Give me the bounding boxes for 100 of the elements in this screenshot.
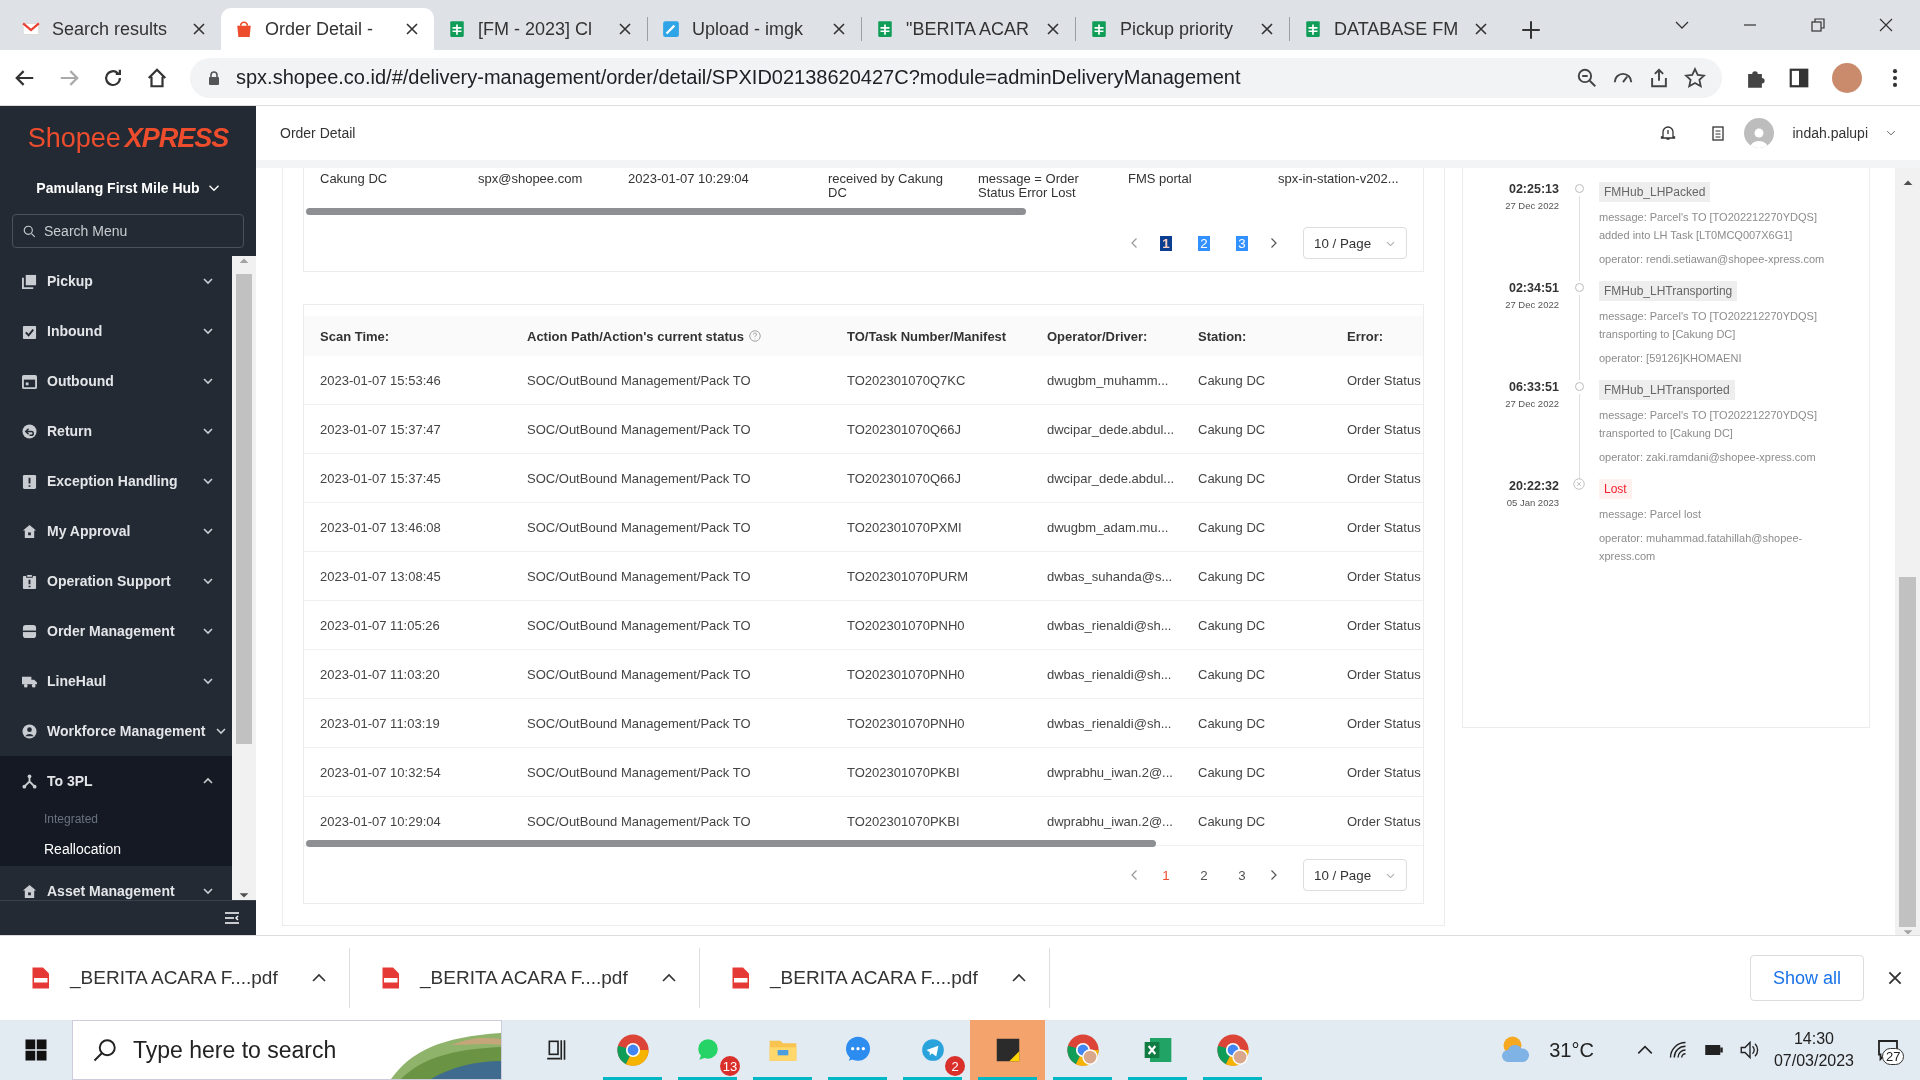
zoom-icon[interactable] (1576, 66, 1598, 89)
menu-item[interactable]: Pickup (0, 256, 232, 306)
profile-avatar[interactable] (1832, 62, 1862, 93)
close-icon[interactable] (1045, 21, 1061, 37)
taskbar-button[interactable]: 13 (670, 1020, 745, 1080)
scrollbar[interactable] (232, 256, 256, 900)
browser-icon[interactable] (1065, 1033, 1100, 1067)
download-item[interactable]: _BERITA ACARA F....pdf (700, 948, 1050, 1008)
spreadsheet-icon (1304, 20, 1322, 38)
close-icon[interactable] (831, 21, 847, 37)
volume-icon[interactable] (1739, 1040, 1760, 1060)
restore-icon[interactable] (1810, 17, 1826, 33)
taskbar-button[interactable]: 2 (895, 1020, 970, 1080)
menu-item[interactable]: Workforce Management (0, 706, 232, 756)
notification-button[interactable]: 27 (1868, 1038, 1908, 1062)
browser-tab[interactable]: "BERITA ACAR (862, 8, 1075, 50)
browser-tab[interactable]: Order Detail - (221, 8, 434, 50)
table-cell-text: Order Status (1347, 666, 1422, 682)
page-button[interactable]: 2 (1191, 862, 1217, 888)
clipboard-icon[interactable] (1710, 125, 1727, 141)
close-icon[interactable] (404, 21, 420, 37)
menu-item[interactable]: Order Management (0, 606, 232, 656)
temperature[interactable]: 31°C (1549, 1038, 1594, 1062)
browser-tab[interactable]: Pickup priority (1076, 8, 1289, 50)
table-cell-text: TO202301070Q7KC (847, 372, 967, 388)
side-panel-icon[interactable] (1788, 66, 1810, 89)
table-cell-text: SOC/OutBound Management/Pack TO (527, 617, 752, 633)
table-cell-text: Order Status (1347, 617, 1422, 633)
event-time: 02:25:13 (1507, 182, 1559, 196)
clock[interactable]: 14:30 07/03/2023 (1773, 1028, 1854, 1072)
star-icon[interactable] (1684, 66, 1706, 89)
menu-item[interactable]: Outbound (0, 356, 232, 406)
table-cell-text: dwprabhu_iwan.2@... (1047, 813, 1174, 829)
event-message: operator: zaki.ramdani@shopee-xpress.com (1599, 450, 1817, 465)
table-cell-text: TO202301070PKBI (847, 813, 961, 829)
share-icon[interactable] (1648, 66, 1670, 89)
table-cell-text: 2023-01-07 15:53:46 (320, 372, 442, 388)
browser-icon[interactable] (615, 1033, 650, 1067)
show-all-button[interactable]: Show all (1749, 955, 1864, 1001)
menu-item[interactable]: Operation Support (0, 556, 232, 606)
event-time: 06:33:51 (1507, 380, 1559, 394)
search-field[interactable]: Type here to search (72, 1020, 502, 1080)
page-size-select[interactable]: 10 / Page (1303, 859, 1407, 891)
event-date: 27 Dec 2022 (1504, 398, 1559, 409)
timeline-dot (1574, 382, 1584, 391)
event-message: operator: rendi.setiawan@shopee-xpress.com (1599, 252, 1826, 267)
menu-item[interactable]: Inbound (0, 306, 232, 356)
table-cell-text: TO202301070PKBI (847, 764, 961, 780)
table-cell-text: 2023-01-07 10:29:04 (320, 813, 442, 829)
address-bar[interactable]: spx.shopee.co.id/#/delivery-management/order/detail/SPXID02138620427C?module=adminDeliveryManagement (190, 57, 1722, 98)
windows-icon[interactable] (24, 1038, 48, 1062)
browser-tab[interactable]: Upload - imgk (648, 8, 861, 50)
close-icon[interactable] (1878, 17, 1894, 33)
close-icon[interactable] (1886, 969, 1904, 987)
download-item[interactable]: _BERITA ACARA F....pdf (350, 948, 700, 1008)
wifi-icon[interactable] (1667, 1040, 1688, 1060)
table-cell-text: Order Status (1347, 421, 1422, 437)
close-icon[interactable] (191, 21, 207, 37)
menu-item[interactable]: LineHaul (0, 656, 232, 706)
page-size-select[interactable]: 10 / Page (1303, 227, 1407, 259)
menu-item[interactable]: Asset Management (0, 866, 232, 900)
close-icon[interactable] (1259, 21, 1275, 37)
submenu-item[interactable]: Reallocation (0, 832, 232, 866)
browser-tab[interactable]: DATABASE FM (1290, 8, 1503, 50)
table-cell-text: TO202301070PNH0 (847, 715, 966, 731)
table-cell-text: SOC/OutBound Management/Pack TO (527, 764, 752, 780)
bell-icon[interactable] (1660, 125, 1677, 141)
event-date: 27 Dec 2022 (1504, 200, 1559, 211)
close-icon[interactable] (617, 21, 633, 37)
collapse-menu-icon[interactable] (224, 910, 240, 926)
browser-tab[interactable]: [FM - 2023] Cl (434, 8, 647, 50)
table-cell-text: Order Status (1347, 813, 1422, 829)
column-header: Action Path/Action's current status (527, 328, 744, 344)
paper-plane-icon[interactable] (919, 1037, 946, 1063)
menu-item[interactable]: Exception Handling (0, 456, 232, 506)
user-name[interactable]: indah.palupi (1792, 125, 1868, 141)
table-cell-text: Order Status (1347, 372, 1422, 388)
chevron-down-icon[interactable] (1886, 128, 1896, 138)
home-icon[interactable] (146, 66, 168, 89)
spreadsheet-icon (448, 20, 466, 38)
search-field[interactable]: Search Menu (12, 214, 244, 248)
table-cell-text: dwcipar_dede.abdul... (1047, 470, 1176, 486)
page-button[interactable]: 3 (1229, 862, 1255, 888)
event-date: 27 Dec 2022 (1504, 299, 1559, 310)
scrollbar[interactable] (1895, 168, 1920, 935)
menu-item[interactable]: Return (0, 406, 232, 456)
browser-tab[interactable]: Search results (8, 8, 221, 50)
new-tab-icon[interactable] (1521, 20, 1541, 40)
scrollbar-thumb[interactable] (306, 840, 1156, 847)
close-icon[interactable] (1473, 21, 1489, 37)
download-item[interactable]: _BERITA ACARA F....pdf (0, 948, 350, 1008)
page-button[interactable]: 1 (1153, 230, 1179, 256)
scrollbar-thumb[interactable] (306, 208, 1026, 215)
hub-selector[interactable]: Pamulang First Mile Hub (0, 170, 256, 206)
event-message: operator: muhammad.fatahillah@shopee-xpress.com (1599, 531, 1804, 564)
page-button[interactable]: 1 (1153, 862, 1179, 888)
browser-icon[interactable] (1215, 1033, 1250, 1067)
table-cell-text: Order Status (1347, 470, 1422, 486)
taskbar-button[interactable] (970, 1020, 1045, 1080)
menu-item[interactable]: My Approval (0, 506, 232, 556)
